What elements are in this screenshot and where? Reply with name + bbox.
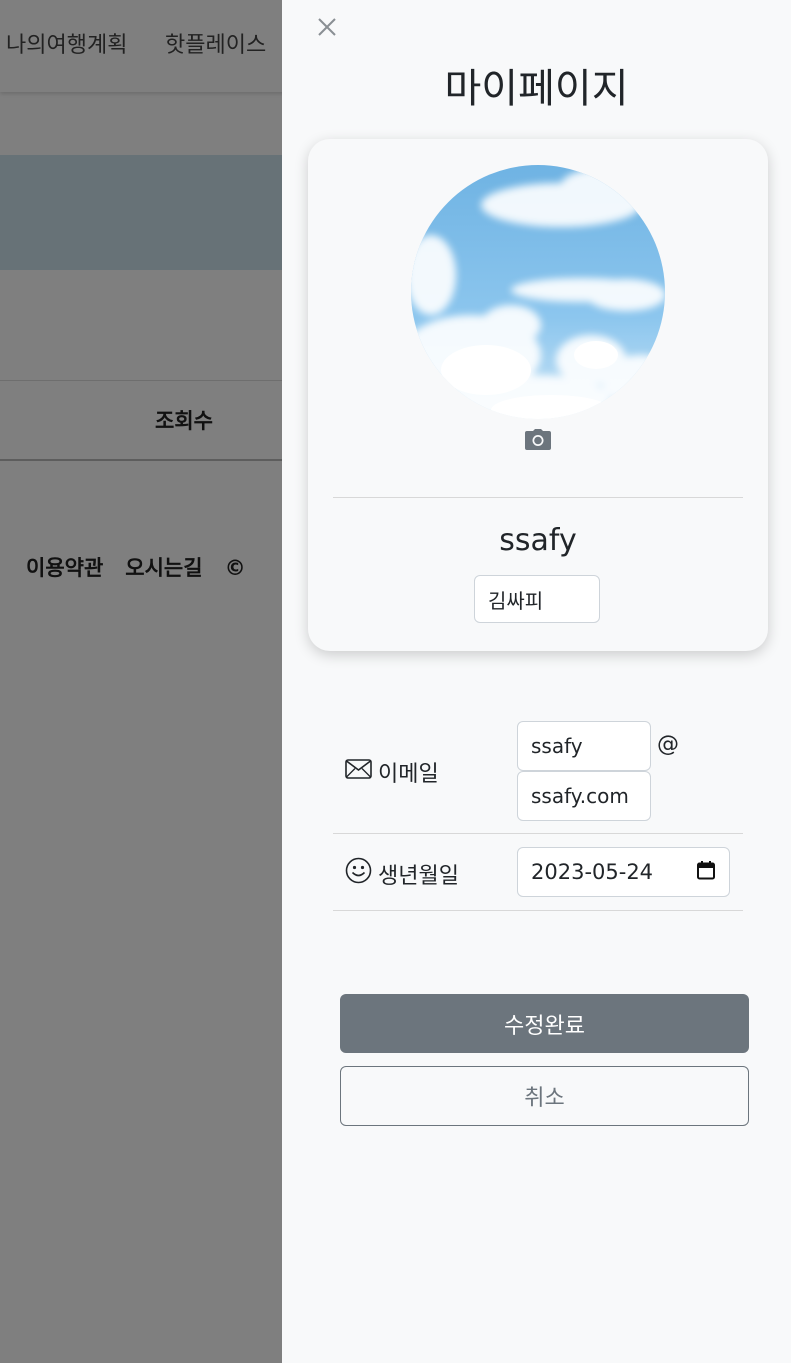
email-domain-input[interactable] — [517, 771, 651, 821]
name-input[interactable] — [474, 575, 600, 623]
page-title: 마이페이지 — [444, 66, 629, 112]
row-divider — [333, 910, 743, 911]
user-id: ssafy — [499, 523, 577, 558]
birth-date-input[interactable]: 2023-05-24 — [517, 847, 730, 897]
close-icon[interactable] — [312, 12, 342, 42]
birth-label-row: 생년월일 — [345, 857, 459, 890]
email-id-input[interactable] — [517, 721, 651, 771]
email-label: 이메일 — [378, 762, 439, 787]
profile-image — [411, 165, 665, 419]
birth-date-value: 2023-05-24 — [531, 860, 654, 884]
email-at-sign: @ — [657, 732, 679, 757]
envelope-icon — [345, 759, 372, 785]
profile-card: ssafy — [308, 139, 768, 651]
card-divider — [333, 497, 743, 498]
email-label-row: 이메일 — [345, 756, 439, 788]
row-divider — [333, 833, 743, 834]
birth-label: 생년월일 — [378, 863, 459, 889]
calendar-icon[interactable] — [696, 860, 716, 885]
cancel-button[interactable]: 취소 — [340, 1066, 749, 1126]
submit-button[interactable]: 수정완료 — [340, 994, 749, 1053]
camera-icon[interactable] — [524, 429, 552, 451]
smiley-icon — [345, 857, 372, 890]
